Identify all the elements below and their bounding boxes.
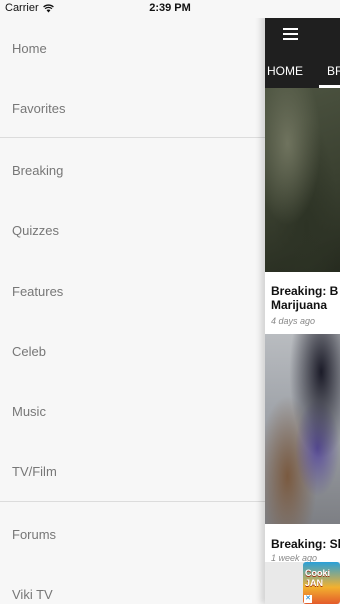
- main-content-panel[interactable]: HOME BR Breaking: B Marijuana 4 days ago…: [265, 0, 340, 604]
- ad-image[interactable]: Cooki JAN ✕: [303, 562, 340, 604]
- article-title-line: Breaking: B: [271, 284, 339, 298]
- drawer-item-music[interactable]: Music: [0, 391, 265, 431]
- drawer-item-tv-film[interactable]: TV/Film: [0, 451, 265, 491]
- status-bar: Carrier 2:39 PM: [0, 0, 340, 18]
- article-timestamp: 4 days ago: [271, 316, 316, 326]
- drawer-divider: [0, 137, 265, 138]
- ad-text: Cooki JAN: [305, 568, 330, 588]
- ad-text-line: Cooki: [305, 568, 331, 578]
- drawer-item-viki-tv[interactable]: Viki TV: [0, 574, 265, 604]
- article-title-line: Breaking: Sl: [271, 537, 340, 551]
- drawer-item-favorites[interactable]: Favorites: [0, 88, 265, 128]
- status-time: 2:39 PM: [149, 2, 191, 14]
- tab-breaking[interactable]: BR: [327, 64, 340, 78]
- drawer-divider: [0, 501, 265, 502]
- article-image[interactable]: [265, 88, 340, 272]
- drawer-item-celeb[interactable]: Celeb: [0, 331, 265, 371]
- drawer-item-forums[interactable]: Forums: [0, 514, 265, 554]
- drawer-item-home[interactable]: Home: [0, 28, 265, 68]
- drawer-item-breaking[interactable]: Breaking: [0, 150, 265, 190]
- ad-text-line: JAN: [305, 578, 324, 588]
- article-title[interactable]: Breaking: Sl: [271, 537, 340, 551]
- tab-home[interactable]: HOME: [267, 64, 303, 78]
- ad-close-icon[interactable]: ✕: [304, 595, 312, 603]
- article-title[interactable]: Breaking: B Marijuana: [271, 284, 340, 312]
- hamburger-menu-icon[interactable]: [283, 28, 298, 40]
- drawer-item-quizzes[interactable]: Quizzes: [0, 210, 265, 250]
- navigation-drawer: Home Favorites Breaking Quizzes Features…: [0, 18, 265, 604]
- drawer-item-features[interactable]: Features: [0, 271, 265, 311]
- article-title-line: Marijuana: [271, 298, 328, 312]
- article-image[interactable]: [265, 334, 340, 524]
